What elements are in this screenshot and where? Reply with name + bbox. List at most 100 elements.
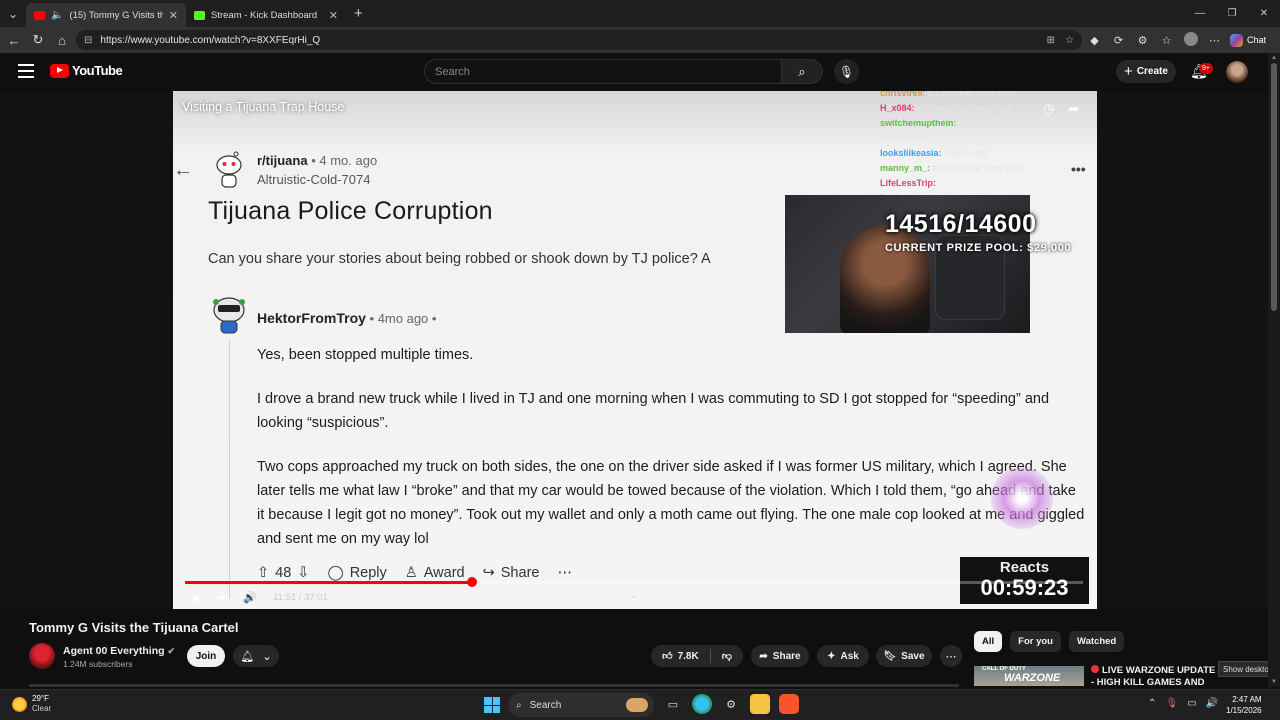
task-view-icon[interactable]: ▭ bbox=[663, 694, 683, 714]
extension-icon[interactable]: ◆ bbox=[1086, 34, 1103, 47]
play-icon[interactable]: ▶ bbox=[193, 591, 201, 604]
reddit-post-title: Tijuana Police Corruption bbox=[208, 197, 493, 225]
chat-text: L Canadian education bbox=[928, 91, 1016, 98]
more-menu-icon[interactable]: ⋯ bbox=[1206, 34, 1223, 47]
url-field[interactable]: ⊟ https://www.youtube.com/watch?v=8XXFEq… bbox=[76, 30, 1082, 50]
chevron-up-icon[interactable]: ⌃ bbox=[1148, 698, 1156, 709]
notification-count-badge: 9+ bbox=[1199, 63, 1213, 74]
horizontal-divider bbox=[29, 684, 959, 687]
dislike-button[interactable]: 👎︎ bbox=[722, 650, 732, 662]
network-icon[interactable]: ▭ bbox=[1187, 698, 1196, 709]
vote-group: ⇧ 48 ⇩ bbox=[257, 565, 309, 581]
taskbar-search[interactable]: ⌕ Search bbox=[508, 693, 654, 717]
comment-bubble-icon: ◯ bbox=[327, 565, 344, 581]
tab-kick-dashboard[interactable]: Stream - Kick Dashboard ✕ bbox=[186, 3, 346, 27]
recommended-video-thumbnail[interactable]: CALL OF DUTY WARZONE bbox=[974, 666, 1084, 686]
tab-title: Stream - Kick Dashboard bbox=[211, 9, 318, 21]
system-tray: ⌃ 🎙 ▭ 🔊 bbox=[1148, 698, 1218, 709]
page-scrollbar[interactable]: ▲ ▼ bbox=[1268, 53, 1280, 687]
chip-for-you[interactable]: For you bbox=[1010, 631, 1061, 652]
create-label: Create bbox=[1136, 66, 1168, 77]
chip-watched[interactable]: Watched bbox=[1068, 631, 1125, 652]
player-controls: ▶ ⏭ 🔊 11:51 / 37:01 bbox=[193, 589, 328, 605]
video-progress-bar[interactable] bbox=[185, 577, 1083, 587]
copilot-icon bbox=[1230, 33, 1243, 47]
weather-condition: Clear bbox=[32, 704, 52, 713]
chat-text: San Diego bbox=[944, 148, 987, 158]
scrollbar-thumb[interactable] bbox=[1271, 63, 1277, 311]
chip-all[interactable]: All bbox=[974, 631, 1003, 652]
refresh-extension-icon[interactable]: ⟳ bbox=[1110, 34, 1127, 47]
comment-username: HektorFromTroy • 4mo ago • bbox=[257, 310, 436, 326]
favorites-icon[interactable]: ☆ bbox=[1158, 34, 1175, 47]
menu-hamburger-icon[interactable] bbox=[18, 64, 34, 78]
share-overlay-icon[interactable]: ➦ bbox=[1068, 101, 1079, 117]
save-button[interactable]: 🔖︎ Save bbox=[876, 645, 932, 667]
search-icon: ⌕ bbox=[798, 63, 806, 79]
channel-avatar[interactable] bbox=[29, 643, 55, 669]
home-icon[interactable]: ⌂ bbox=[50, 27, 74, 53]
back-icon[interactable]: ← bbox=[2, 27, 26, 53]
file-explorer-icon[interactable] bbox=[750, 694, 770, 714]
edge-browser-icon[interactable] bbox=[692, 694, 712, 714]
scroll-up-icon[interactable]: ▲ bbox=[1271, 55, 1277, 61]
close-tab-icon[interactable]: ✕ bbox=[169, 9, 178, 22]
progress-fill bbox=[185, 581, 473, 584]
weather-widget[interactable]: 29°F Clear bbox=[12, 694, 51, 714]
video-player[interactable]: Visiting a Tijuana Trap House ← r/tijuan… bbox=[173, 91, 1097, 609]
brave-browser-icon[interactable] bbox=[779, 694, 799, 714]
like-button[interactable]: 👍︎ 7.8K bbox=[662, 650, 699, 663]
minimize-icon[interactable]: — bbox=[1184, 0, 1216, 27]
reddit-subreddit: r/tijuana • 4 mo. ago bbox=[257, 153, 377, 168]
voice-search-button[interactable]: 🎙 bbox=[834, 59, 859, 84]
close-window-icon[interactable]: ✕ bbox=[1248, 0, 1280, 27]
settings-app-icon[interactable]: ⚙ bbox=[721, 694, 741, 714]
reacts-timer: 00:59:23 bbox=[980, 575, 1069, 600]
recommended-video-title[interactable]: LIVE WARZONE UPDATE - HIGH KILL GAMES AN… bbox=[1091, 665, 1216, 687]
video-overlay-title: Visiting a Tijuana Trap House bbox=[182, 100, 345, 114]
close-tab-icon[interactable]: ✕ bbox=[329, 9, 338, 22]
join-button[interactable]: Join bbox=[187, 645, 225, 667]
thumb-warzone-text: WARZONE bbox=[1004, 672, 1061, 684]
weather-sun-icon bbox=[12, 696, 27, 712]
taskbar-clock[interactable]: 2:47 AM 1/15/2026 bbox=[1226, 694, 1262, 716]
next-icon[interactable]: ⏭ bbox=[217, 591, 227, 604]
search-button[interactable]: ⌕ bbox=[781, 59, 823, 84]
profile-icon[interactable] bbox=[1182, 31, 1199, 49]
scroll-down-icon[interactable]: ▼ bbox=[1271, 679, 1277, 685]
tab-actions-menu-icon[interactable]: ⌄ bbox=[0, 0, 26, 27]
live-dot-icon bbox=[1091, 665, 1099, 673]
tab-youtube[interactable]: 🔈 (15) Tommy G Visits the Tijuana Cartel… bbox=[26, 3, 186, 27]
watch-later-icon[interactable]: ◷ bbox=[1043, 101, 1054, 117]
refresh-icon[interactable]: ↻ bbox=[26, 27, 50, 53]
favorite-star-icon[interactable]: ☆ bbox=[1065, 35, 1074, 46]
restore-icon[interactable]: ❐ bbox=[1216, 0, 1248, 27]
chapter-chevron-icon[interactable]: ⌄ bbox=[630, 590, 638, 601]
subscription-bell-button[interactable]: 🔔︎ ⌄ bbox=[233, 645, 279, 667]
site-info-icon[interactable]: ⊟ bbox=[84, 35, 92, 46]
video-overlay-icons: ◷ ➦ bbox=[1043, 101, 1079, 117]
app-available-icon[interactable]: ⊞ bbox=[1047, 35, 1055, 46]
chat-text: i brove a dran new truck bbox=[917, 103, 1014, 113]
extensions-puzzle-icon[interactable]: ⚙ bbox=[1134, 34, 1151, 47]
speaker-icon[interactable]: 🔈 bbox=[51, 10, 63, 21]
copilot-chat-button[interactable]: Chat bbox=[1230, 33, 1266, 47]
youtube-logo[interactable]: YouTube bbox=[50, 63, 123, 78]
microphone-tray-icon[interactable]: 🎙 bbox=[1165, 698, 1178, 709]
chat-message: switchemupthein: THE TIKTOK CLIPS GONNA bbox=[880, 116, 1095, 131]
new-tab-icon[interactable]: + bbox=[354, 5, 363, 22]
search-input[interactable]: Search bbox=[424, 59, 782, 84]
share-button[interactable]: ➦ Share bbox=[751, 645, 809, 667]
create-button[interactable]: + Create bbox=[1116, 60, 1176, 83]
windows-start-icon[interactable] bbox=[484, 697, 500, 713]
channel-name[interactable]: Agent 00 Everything ✔ bbox=[63, 645, 175, 657]
recommendation-filter-chips: All For you Watched bbox=[974, 631, 1125, 652]
browser-tab-bar: ⌄ 🔈 (15) Tommy G Visits the Tijuana Cart… bbox=[0, 0, 1280, 27]
thread-line bbox=[229, 339, 230, 599]
user-avatar[interactable] bbox=[1226, 61, 1248, 83]
more-actions-button[interactable]: ⋯ bbox=[940, 645, 962, 667]
vote-count: 48 bbox=[275, 565, 292, 581]
ask-button[interactable]: ✦ Ask bbox=[817, 645, 869, 667]
volume-icon[interactable]: 🔊 bbox=[243, 591, 257, 604]
volume-tray-icon[interactable]: 🔊 bbox=[1206, 698, 1218, 709]
